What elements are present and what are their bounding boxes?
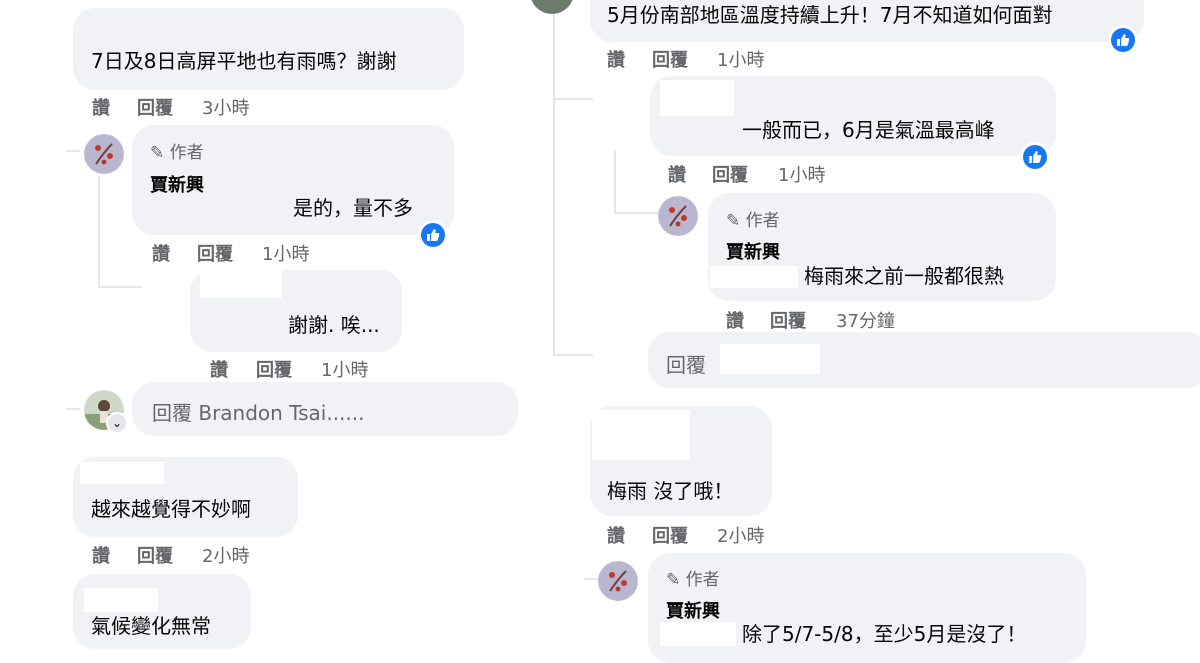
timestamp[interactable]: 1小時 (778, 161, 825, 187)
comment-text: 7日及8日高屏平地也有雨嗎？謝謝 (91, 49, 397, 73)
author-tag: ✎ 作者 (666, 565, 720, 590)
redacted-name (720, 344, 820, 374)
like-link[interactable]: 讚 (607, 46, 625, 72)
thread-line (553, 0, 555, 356)
like-link[interactable]: 讚 (607, 522, 625, 548)
reply-link[interactable]: 回覆 (256, 356, 292, 382)
pencil-icon: ✎ (726, 211, 741, 231)
timestamp[interactable]: 37分鐘 (836, 307, 895, 333)
like-link[interactable]: 讚 (668, 161, 686, 187)
comment-text: 5月份南部地區溫度持續上升！7月不知道如何面對 (607, 3, 1053, 27)
timestamp[interactable]: 3小時 (202, 94, 249, 120)
thread-line (614, 150, 616, 214)
thread-line (66, 150, 80, 152)
thread-line (553, 354, 593, 356)
thread-line (584, 578, 598, 580)
chevron-down-icon[interactable]: ⌄ (106, 412, 128, 434)
like-reaction[interactable] (418, 220, 448, 250)
thread-line (614, 212, 658, 214)
comment-text: 梅雨來之前一般都很熱 (804, 264, 1004, 288)
reply-input[interactable]: 回覆 Brandon Tsai...... (132, 382, 518, 436)
comment-text: 除了5/7-5/8，至少5月是沒了！ (742, 622, 1027, 646)
author-label: 作者 (685, 570, 720, 590)
reply-placeholder: 回覆 (666, 353, 706, 377)
thread-line (98, 176, 100, 288)
author-tag: ✎ 作者 (726, 206, 780, 231)
redacted-name (84, 588, 158, 612)
author-tag: ✎ 作者 (150, 138, 204, 163)
thread-line (66, 408, 80, 410)
like-link[interactable]: 讚 (726, 307, 744, 333)
comment-text: 氣候變化無常 (91, 614, 211, 638)
redacted-name (660, 622, 736, 646)
timestamp[interactable]: 1小時 (321, 356, 368, 382)
reply-placeholder: 回覆 Brandon Tsai...... (152, 401, 365, 425)
like-link[interactable]: 讚 (92, 94, 110, 120)
thread-line (98, 286, 142, 288)
redacted-name (710, 266, 798, 288)
comment-text: 越來越覺得不妙啊 (91, 497, 251, 521)
thumbs-up-icon (1111, 28, 1135, 52)
author-label: 作者 (745, 211, 780, 231)
redacted-name (660, 80, 734, 116)
reply-link[interactable]: 回覆 (712, 161, 748, 187)
avatar[interactable] (84, 134, 124, 174)
redacted-name (592, 410, 690, 460)
pencil-icon: ✎ (666, 570, 681, 590)
pencil-icon: ✎ (150, 143, 165, 163)
timestamp[interactable]: 2小時 (202, 542, 249, 568)
like-reaction[interactable] (1108, 25, 1138, 55)
avatar[interactable] (658, 196, 698, 236)
redacted-name (80, 462, 164, 484)
thread-line (553, 98, 593, 100)
timestamp[interactable]: 2小時 (717, 522, 764, 548)
like-link[interactable]: 讚 (92, 542, 110, 568)
like-reaction[interactable] (1020, 142, 1050, 172)
timestamp[interactable]: 1小時 (262, 240, 309, 266)
reply-link[interactable]: 回覆 (770, 307, 806, 333)
reply-link[interactable]: 回覆 (652, 46, 688, 72)
like-link[interactable]: 讚 (210, 356, 228, 382)
reply-link[interactable]: 回覆 (652, 522, 688, 548)
like-link[interactable]: 讚 (152, 240, 170, 266)
reply-link[interactable]: 回覆 (137, 542, 173, 568)
comment-text: 是的，量不多 (293, 196, 413, 220)
comment-text: 一般而已，6月是氣溫最高峰 (742, 118, 995, 142)
author-label: 作者 (169, 143, 204, 163)
comment-text: 謝謝. 唉... (288, 313, 380, 337)
redacted-name (200, 270, 282, 298)
reply-link[interactable]: 回覆 (197, 240, 233, 266)
avatar[interactable] (598, 561, 638, 601)
commenter-name[interactable]: 賈新興 (150, 171, 204, 197)
commenter-name[interactable]: 賈新興 (666, 597, 720, 623)
thumbs-up-icon (421, 223, 445, 247)
reply-link[interactable]: 回覆 (137, 94, 173, 120)
thumbs-up-icon (1023, 145, 1047, 169)
timestamp[interactable]: 1小時 (717, 46, 764, 72)
commenter-name[interactable]: 賈新興 (726, 238, 780, 264)
comment-text: 梅雨 沒了哦！ (607, 479, 734, 503)
